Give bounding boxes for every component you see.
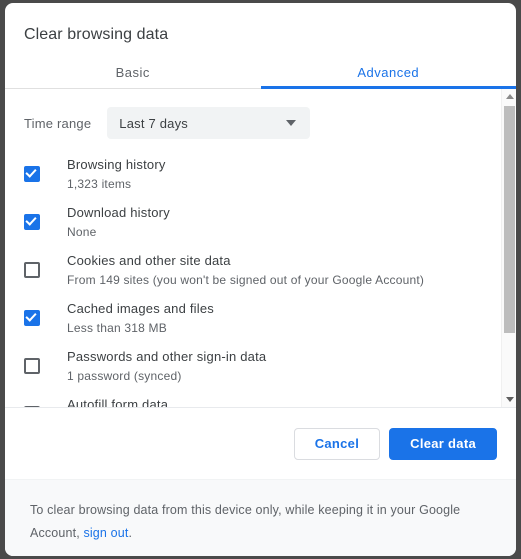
clear-browsing-data-dialog: Clear browsing data Basic Advanced Time … — [5, 3, 516, 556]
footer-text: To clear browsing data from this device … — [30, 499, 481, 545]
triangle-up-icon — [505, 94, 514, 99]
list-item-texts: Download history None — [67, 199, 170, 241]
list-item-texts: Autofill form data — [67, 391, 168, 407]
chevron-down-icon — [286, 120, 297, 126]
list-item-texts: Cached images and files Less than 318 MB — [67, 295, 214, 337]
list-item-texts: Browsing history 1,323 items — [67, 151, 166, 193]
list-item-label: Cookies and other site data — [67, 253, 231, 268]
list-item-browsing-history[interactable]: Browsing history 1,323 items — [5, 151, 501, 199]
list-item-texts: Passwords and other sign-in data 1 passw… — [67, 343, 266, 385]
settings-scroll-area[interactable]: Time range Last 7 days Browsing history … — [5, 89, 501, 407]
list-item-sublabel: None — [67, 225, 97, 239]
cancel-button[interactable]: Cancel — [293, 427, 381, 460]
checkbox-browsing-history[interactable] — [24, 166, 40, 182]
list-item-download-history[interactable]: Download history None — [5, 199, 501, 247]
list-item-label: Browsing history — [67, 157, 166, 172]
list-item-sublabel: 1,323 items — [67, 177, 132, 191]
time-range-select[interactable]: Last 7 days — [107, 107, 311, 139]
sign-out-link[interactable]: sign out — [83, 526, 128, 540]
list-item-label: Download history — [67, 205, 170, 220]
list-item-sublabel: From 149 sites (you won't be signed out … — [67, 273, 425, 287]
dialog-actions: Cancel Clear data — [5, 407, 516, 479]
dialog-footer: To clear browsing data from this device … — [5, 479, 516, 556]
dialog-body: Time range Last 7 days Browsing history … — [5, 89, 516, 407]
time-range-row: Time range Last 7 days — [5, 89, 501, 139]
list-item-autofill[interactable]: Autofill form data — [5, 391, 501, 407]
list-item-cookies[interactable]: Cookies and other site data From 149 sit… — [5, 247, 501, 295]
scrollbar-down-button[interactable] — [502, 392, 516, 407]
list-item-label: Autofill form data — [67, 397, 169, 407]
dialog-title: Clear browsing data — [24, 26, 169, 43]
list-item-label: Passwords and other sign-in data — [67, 349, 267, 364]
checkbox-cookies[interactable] — [24, 262, 40, 278]
footer-text-after: . — [128, 526, 133, 540]
tab-basic[interactable]: Basic — [5, 57, 261, 88]
checkbox-download-history[interactable] — [24, 214, 40, 230]
time-range-value: Last 7 days — [119, 115, 188, 131]
triangle-down-icon — [505, 397, 514, 402]
list-item-texts: Cookies and other site data From 149 sit… — [67, 247, 424, 289]
vertical-scrollbar[interactable] — [501, 89, 516, 407]
list-item-label: Cached images and files — [67, 301, 214, 316]
checkbox-passwords[interactable] — [24, 358, 40, 374]
time-range-label: Time range — [24, 115, 92, 131]
list-item-passwords[interactable]: Passwords and other sign-in data 1 passw… — [5, 343, 501, 391]
checkbox-autofill[interactable] — [24, 406, 40, 407]
list-item-sublabel: Less than 318 MB — [67, 321, 167, 335]
list-item-cached-images[interactable]: Cached images and files Less than 318 MB — [5, 295, 501, 343]
clear-data-button[interactable]: Clear data — [389, 427, 497, 460]
scrollbar-thumb[interactable] — [504, 106, 515, 333]
tab-advanced[interactable]: Advanced — [260, 57, 517, 89]
data-type-list: Browsing history 1,323 items Download hi… — [5, 151, 501, 407]
scrollbar-up-button[interactable] — [502, 89, 516, 104]
list-item-sublabel: 1 password (synced) — [67, 369, 182, 383]
tab-bar: Basic Advanced — [5, 57, 516, 89]
checkbox-cached-images[interactable] — [24, 310, 40, 326]
